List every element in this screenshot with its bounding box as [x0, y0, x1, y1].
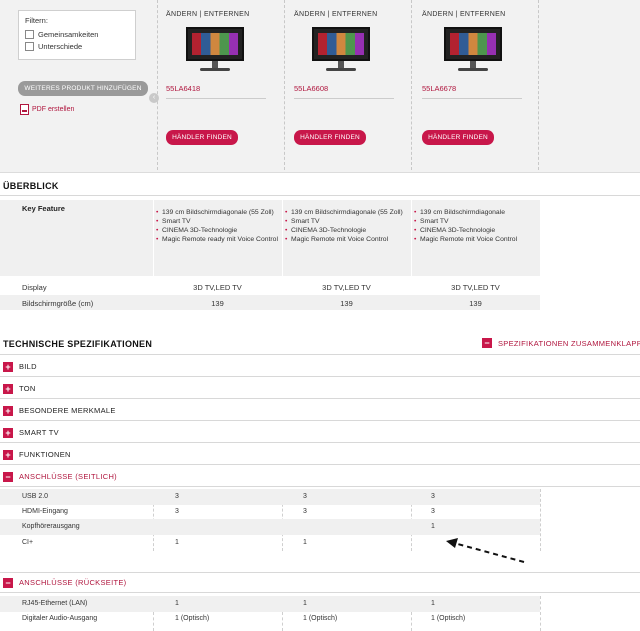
spec-value: 1: [175, 600, 179, 607]
key-feature-row: Key Feature • 139 cm Bildschirmdiagonale …: [0, 200, 540, 276]
spec-value: 3: [431, 493, 435, 500]
spec-value: 3: [303, 493, 307, 500]
accordion-anschluesse-rueckseite[interactable]: − ANSCHLÜSSE (RÜCKSEITE): [0, 573, 640, 593]
spec-label: RJ45-Ethernet (LAN): [22, 600, 88, 607]
pdf-link[interactable]: PDF erstellen: [20, 104, 74, 115]
spec-value: 1: [303, 539, 307, 546]
row-value: 139: [211, 299, 224, 308]
accordion-label: ANSCHLÜSSE (RÜCKSEITE): [19, 578, 127, 587]
accordion-label: BILD: [19, 362, 37, 371]
filter-title: Filtern:: [25, 16, 48, 25]
row-value: 139: [340, 299, 353, 308]
filter-option-label: Gemeinsamkeiten: [38, 29, 99, 39]
spec-label: HDMI-Eingang: [22, 508, 68, 515]
checkbox[interactable]: [25, 41, 34, 51]
accordion-bild[interactable]: + BILD: [0, 357, 640, 377]
product-compare-header: Filtern: Gemeinsamkeiten Unterschiede WE…: [0, 0, 640, 173]
accordion-ton[interactable]: + TON: [0, 379, 640, 399]
product-model[interactable]: 55LA6418: [166, 84, 200, 93]
filter-box: Filtern: Gemeinsamkeiten Unterschiede: [18, 10, 136, 60]
spec-value: 1: [431, 600, 435, 607]
spec-label: Digitaler Audio-Ausgang: [22, 615, 98, 622]
spec-value: 3: [175, 493, 179, 500]
plus-icon: +: [3, 405, 13, 416]
minus-icon: −: [482, 338, 492, 348]
plus-icon: +: [3, 449, 13, 460]
filter-option-gemeinsamkeiten[interactable]: Gemeinsamkeiten: [25, 28, 129, 40]
plus-icon: +: [3, 361, 13, 372]
accordion-label: SMART TV: [19, 428, 59, 437]
accordion-label: ANSCHLÜSSE (SEITLICH): [19, 472, 117, 481]
screen-size-row: Bildschirmgröße (cm) 139 139 139: [0, 295, 540, 310]
spec-value: 1: [175, 539, 179, 546]
key-feature-label: Key Feature: [22, 204, 65, 213]
column-divider: [157, 0, 158, 170]
spec-value: 3: [175, 508, 179, 515]
spec-label: CI+: [22, 539, 34, 546]
accordion-besondere-merkmale[interactable]: + BESONDERE MERKMALE: [0, 401, 640, 421]
key-feature-list-1: • 139 cm Bildschirmdiagonale (55 Zoll) • S…: [156, 209, 278, 243]
display-row: Display 3D TV,LED TV 3D TV,LED TV 3D TV,…: [0, 279, 540, 294]
accordion-anschluesse-seitlich[interactable]: − ANSCHLÜSSE (SEITLICH): [0, 467, 640, 487]
spec-value: 3: [303, 508, 307, 515]
spec-value: 1 (Optisch): [303, 615, 338, 622]
product-column-2: ÄNDERN | ENTFERNEN 55LA6608 HÄNDLER FIND…: [294, 0, 414, 170]
spec-row-usb: USB 2.0 3 3 3: [0, 489, 540, 505]
find-dealer-button[interactable]: HÄNDLER FINDEN: [166, 130, 238, 145]
spec-value: 1 (Optisch): [431, 615, 466, 622]
add-product-button[interactable]: WEITERES PRODUKT HINZUFÜGEN: [18, 81, 148, 96]
plus-icon: +: [3, 427, 13, 438]
product-model[interactable]: 55LA6678: [422, 84, 456, 93]
tech-specs-title: TECHNISCHE SPEZIFIKATIONEN: [3, 339, 153, 349]
key-feature-list-3: • 139 cm Bildschirmdiagonale • Smart TV • C…: [414, 209, 518, 243]
row-value: 139: [469, 299, 482, 308]
plus-icon: +: [3, 383, 13, 394]
overview-title: ÜBERBLICK: [3, 181, 59, 191]
accordion-label: FUNKTIONEN: [19, 450, 71, 459]
spec-row-rj45: RJ45-Ethernet (LAN) 1 1 1: [0, 596, 540, 612]
pdf-label: PDF erstellen: [32, 106, 75, 113]
arrow-annotation-icon: [446, 538, 525, 563]
tv-image: [444, 27, 502, 73]
collapse-specs-label: SPEZIFIKATIONEN ZUSAMMENKLAPPEN: [498, 338, 640, 348]
find-dealer-button[interactable]: HÄNDLER FINDEN: [294, 130, 366, 145]
spec-value: 1: [303, 600, 307, 607]
accordion-funktionen[interactable]: + FUNKTIONEN: [0, 445, 640, 465]
row-label: Bildschirmgröße (cm): [22, 299, 94, 308]
spec-value: 3: [431, 508, 435, 515]
spec-row-kopfhoerer: Kopfhörerausgang 1: [0, 519, 540, 535]
spec-value: 1 (Optisch): [175, 615, 210, 622]
spec-label: USB 2.0: [22, 493, 49, 500]
accordion-label: BESONDERE MERKMALE: [19, 406, 116, 415]
accordion-label: TON: [19, 384, 36, 393]
find-dealer-button[interactable]: HÄNDLER FINDEN: [422, 130, 494, 145]
checkbox[interactable]: [25, 29, 34, 39]
key-feature-list-2: • 139 cm Bildschirmdiagonale (55 Zoll) • S…: [285, 209, 403, 243]
filter-option-label: Unterschiede: [38, 41, 83, 51]
filter-option-unterschiede[interactable]: Unterschiede: [25, 40, 129, 52]
product-model[interactable]: 55LA6608: [294, 84, 328, 93]
product-column-1: ÄNDERN | ENTFERNEN 55LA6418 HÄNDLER FIND…: [166, 0, 286, 170]
change-remove-links[interactable]: ÄNDERN | ENTFERNEN: [166, 11, 286, 18]
collapse-specs-toggle[interactable]: − SPEZIFIKATIONEN ZUSAMMENKLAPPEN: [482, 338, 640, 348]
change-remove-links[interactable]: ÄNDERN | ENTFERNEN: [422, 11, 542, 18]
pdf-icon: [20, 104, 29, 115]
accordion-smart-tv[interactable]: + SMART TV: [0, 423, 640, 443]
change-remove-links[interactable]: ÄNDERN | ENTFERNEN: [294, 11, 414, 18]
tv-image: [186, 27, 244, 73]
minus-icon: −: [3, 471, 13, 482]
spec-label: Kopfhörerausgang: [22, 523, 80, 530]
tv-image: [312, 27, 370, 73]
spec-row-digital-audio: Digitaler Audio-Ausgang 1 (Optisch) 1 (O…: [0, 611, 540, 627]
spec-row-hdmi: HDMI-Eingang 3 3 3: [0, 504, 540, 520]
product-column-3: ÄNDERN | ENTFERNEN 55LA6678 HÄNDLER FIND…: [422, 0, 542, 170]
spec-value: 1: [431, 523, 435, 530]
minus-icon: −: [3, 577, 13, 588]
